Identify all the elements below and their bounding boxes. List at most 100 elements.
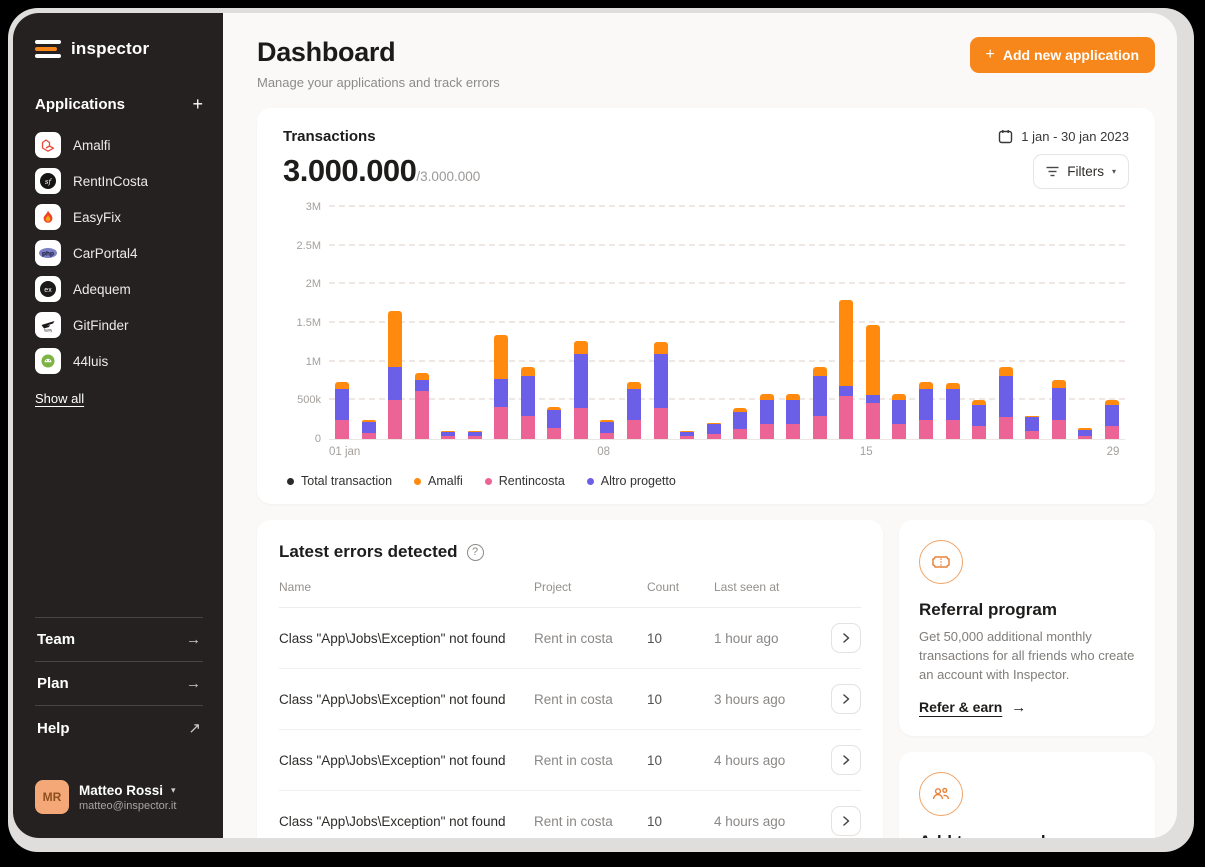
user-menu[interactable]: MR Matteo Rossi ▾ matteo@inspector.it — [35, 780, 203, 814]
chart-bar[interactable] — [892, 207, 907, 439]
chart-bar[interactable] — [919, 207, 934, 439]
chart-bar[interactable] — [494, 207, 509, 439]
user-email: matteo@inspector.it — [79, 799, 177, 812]
chart-bar[interactable] — [467, 207, 482, 439]
laravel-icon — [35, 132, 61, 158]
bar-segment — [494, 406, 509, 439]
legend-item-altro-progetto[interactable]: Altro progetto — [586, 474, 676, 488]
bar-segment — [839, 299, 854, 386]
refer-earn-link[interactable]: Refer & earn — [919, 699, 1002, 715]
chart-bar[interactable] — [573, 207, 588, 439]
chart-bar[interactable] — [1078, 207, 1093, 439]
sidebar-item-44luis[interactable]: 44luis — [35, 343, 203, 379]
bar-segment — [1078, 435, 1093, 439]
bar-segment — [998, 376, 1013, 417]
bar-segment — [706, 423, 721, 435]
chart-bar[interactable] — [335, 207, 349, 439]
bar-segment — [335, 381, 349, 389]
legend-dot — [287, 477, 294, 485]
legend-label: Rentincosta — [498, 474, 565, 488]
chart-bar[interactable] — [839, 207, 854, 439]
logo-text: inspector — [71, 39, 150, 58]
chart-bar[interactable] — [441, 207, 456, 439]
sidebar-item-easyfix[interactable]: EasyFix — [35, 199, 203, 235]
chart-bar[interactable] — [627, 207, 642, 439]
open-error-button[interactable] — [831, 806, 861, 836]
chart-bar[interactable] — [1104, 207, 1119, 439]
help-icon[interactable]: ? — [466, 543, 484, 561]
bar-segment — [520, 367, 535, 377]
sidebar-item-gitfinder[interactable]: fastify GitFinder — [35, 307, 203, 343]
chart-bar[interactable] — [786, 207, 801, 439]
chart-bar[interactable] — [865, 207, 880, 439]
menu-label: Team — [37, 631, 76, 648]
chart-bar[interactable] — [547, 207, 562, 439]
bar-segment — [812, 376, 827, 416]
bar-segment — [919, 420, 934, 439]
chart-bar[interactable] — [972, 207, 987, 439]
y-axis-tick: 2M — [305, 278, 321, 291]
sidebar-item-rentincosta[interactable]: sf RentInCosta — [35, 163, 203, 199]
chart-bar[interactable] — [414, 207, 429, 439]
bar-segment — [388, 400, 403, 439]
bar-segment — [865, 394, 880, 404]
filters-button[interactable]: Filters ▾ — [1033, 153, 1129, 189]
chart-bar[interactable] — [998, 207, 1013, 439]
chart-bar[interactable] — [945, 207, 960, 439]
chart-bar[interactable] — [733, 207, 748, 439]
svg-text:php: php — [42, 251, 54, 258]
app-label: Amalfi — [73, 137, 111, 153]
chart-bar[interactable] — [812, 207, 827, 439]
open-error-button[interactable] — [831, 623, 861, 653]
calendar-icon — [999, 130, 1013, 144]
transactions-title: Transactions — [283, 128, 376, 145]
svg-text:ex: ex — [44, 287, 52, 294]
chart-bar[interactable] — [706, 207, 721, 439]
sidebar-item-carportal4[interactable]: php CarPortal4 — [35, 235, 203, 271]
arrow-right-icon: → — [186, 631, 201, 648]
chart-bar[interactable] — [759, 207, 774, 439]
legend-dot — [484, 477, 492, 485]
chart-bar[interactable] — [388, 207, 403, 439]
error-project: Rent in costa — [534, 691, 613, 707]
bar-segment — [388, 367, 403, 401]
add-application-icon[interactable]: + — [192, 95, 203, 113]
date-range-label: 1 jan - 30 jan 2023 — [1021, 129, 1129, 144]
sidebar-item-team[interactable]: Team → — [35, 617, 203, 661]
sidebar-item-amalfi[interactable]: Amalfi — [35, 127, 203, 163]
open-error-button[interactable] — [831, 684, 861, 714]
chart-bar[interactable] — [1025, 207, 1040, 439]
chevron-right-icon — [843, 816, 850, 826]
open-error-button[interactable] — [831, 745, 861, 775]
legend-item-total[interactable]: Total transaction — [287, 474, 392, 488]
chart-bar[interactable] — [361, 207, 376, 439]
bar-segment — [494, 334, 509, 380]
chart-bar[interactable] — [653, 207, 668, 439]
bar-segment — [627, 381, 642, 389]
chart-bar[interactable] — [600, 207, 615, 439]
bar-segment — [467, 435, 482, 439]
show-all-link[interactable]: Show all — [35, 391, 84, 406]
error-last-seen: 4 hours ago — [714, 752, 786, 768]
logo[interactable]: inspector — [35, 39, 203, 59]
sidebar-item-help[interactable]: Help ↗ — [35, 705, 203, 750]
chart-x-axis: 01 jan 08 15 29 — [329, 440, 1125, 460]
bar-segment — [653, 408, 668, 439]
sidebar-item-plan[interactable]: Plan → — [35, 661, 203, 705]
bar-segment — [1025, 417, 1040, 432]
promo-column: Referral program Get 50,000 additional m… — [899, 520, 1155, 838]
legend-item-rentincosta[interactable]: Rentincosta — [484, 474, 565, 488]
chart-bar[interactable] — [1051, 207, 1066, 439]
sidebar-item-adequem[interactable]: ex Adequem — [35, 271, 203, 307]
error-project: Rent in costa — [534, 813, 613, 829]
chart-bar[interactable] — [680, 207, 695, 439]
error-row: Class "App\Jobs\Exception" not found Ren… — [279, 608, 861, 669]
legend-item-amalfi[interactable]: Amalfi — [414, 474, 463, 488]
bar-segment — [812, 415, 827, 439]
add-new-application-button[interactable]: + Add new application — [969, 37, 1155, 73]
bar-segment — [1104, 425, 1119, 439]
chart-bar[interactable] — [520, 207, 535, 439]
chart-bars — [335, 207, 1119, 439]
date-range-picker[interactable]: 1 jan - 30 jan 2023 — [998, 129, 1129, 144]
bar-segment — [680, 435, 695, 439]
